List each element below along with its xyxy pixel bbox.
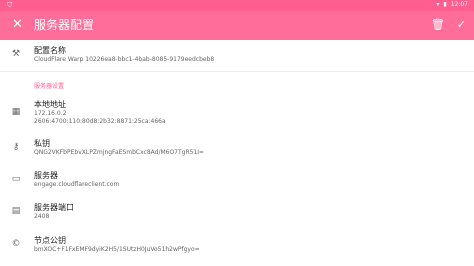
copyright-icon: © <box>11 239 21 249</box>
check-icon[interactable]: ✓ <box>457 17 466 33</box>
status-icons: ▾ ▮ 12:07 <box>436 1 468 8</box>
page-title: 服务器配置 <box>34 18 95 32</box>
server-port-label: 服务器端口 <box>34 203 74 212</box>
local-address-value-1: 172.16.0.2 <box>34 110 67 117</box>
key-icon: ⚷ <box>12 142 20 152</box>
config-name-label: 配置名称 <box>34 46 66 55</box>
shield-icon: ⛉ <box>7 1 13 9</box>
public-key-value: bmXOC+F1FxEMF9dyiK2H5/1SUtzH0JuVo51h2wPf… <box>34 246 200 253</box>
trash-icon[interactable]: 🗑 <box>431 17 445 33</box>
status-bar: ⛉ ▾ ▮ 12:07 <box>0 0 474 11</box>
app-toolbar: ✕ 服务器配置 🗑 ✓ <box>0 11 474 40</box>
config-name-value: CloudFlare Warp 10226ea8-bbc1-4bab-8085-… <box>34 56 215 63</box>
local-address-row[interactable]: ▦ 本地地址 172.16.0.2 2606:4700:110:80d8:2b3… <box>0 96 474 126</box>
section-title: 服务器设置 <box>34 83 65 90</box>
server-value: engage.cloudflareclient.com <box>34 181 120 188</box>
local-address-label: 本地地址 <box>34 100 66 109</box>
battery-icon: ▮ <box>443 1 447 8</box>
server-label: 服务器 <box>34 171 58 180</box>
server-row[interactable]: ▭ 服务器 engage.cloudflareclient.com <box>0 168 474 192</box>
server-port-row[interactable]: ▤ 服务器端口 2408 <box>0 200 474 224</box>
public-key-label: 节点公钥 <box>34 236 66 245</box>
private-key-row[interactable]: ⚷ 私钥 QNG2VKFbPEbvXLPZmjngFaESmbCxc8Ad/M6… <box>0 136 474 160</box>
router-icon: ▭ <box>11 174 21 184</box>
status-time: 12:07 <box>450 1 468 8</box>
private-key-value: QNG2VKFbPEbvXLPZmjngFaESmbCxc8Ad/M6O7TgR… <box>34 149 205 156</box>
port-icon: ▤ <box>11 206 21 216</box>
tag-icon: ⚒ <box>11 49 21 59</box>
building-icon: ▦ <box>11 107 21 117</box>
wifi-icon: ▾ <box>436 1 440 8</box>
server-port-value: 2408 <box>34 213 50 220</box>
local-address-value-2: 2606:4700:110:80d8:2b32:8871:25ca:466a <box>34 118 166 125</box>
config-name-row[interactable]: ⚒ 配置名称 CloudFlare Warp 10226ea8-bbc1-4ba… <box>0 40 474 70</box>
public-key-row[interactable]: © 节点公钥 bmXOC+F1FxEMF9dyiK2H5/1SUtzH0JuVo… <box>0 233 474 257</box>
private-key-label: 私钥 <box>34 139 50 148</box>
divider <box>0 71 474 72</box>
close-icon[interactable]: ✕ <box>12 17 23 33</box>
